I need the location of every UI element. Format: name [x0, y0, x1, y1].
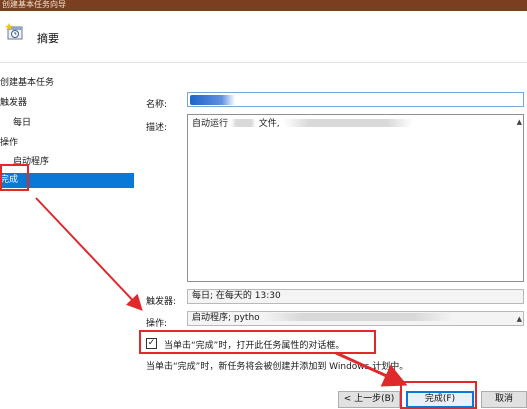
back-button[interactable]: < 上一步(B) [338, 391, 400, 408]
nav-step-finish[interactable]: 完成 [0, 173, 134, 188]
nav-step-daily[interactable]: 每日 [13, 116, 31, 131]
open-properties-label[interactable]: 当单击“完成”时，打开此任务属性的对话框。 [164, 338, 344, 351]
window-title-bar: 创建基本任务向导 [0, 0, 527, 11]
action-field: 启动程序; pytho [187, 311, 524, 326]
description-text-start: 自动运行 [192, 119, 229, 129]
nav-step-trigger[interactable]: 触发器 [0, 96, 27, 111]
description-text-mid: 文件, [258, 119, 280, 129]
description-redaction-2 [282, 119, 413, 127]
description-field[interactable]: 自动运行 文件, [187, 114, 524, 282]
description-redaction-1 [230, 119, 256, 127]
cancel-button[interactable]: 取消 [481, 391, 527, 408]
trigger-field: 每日; 在每天的 13:30 [187, 289, 524, 304]
action-redaction [262, 313, 453, 321]
trigger-label: 触发器: [146, 297, 177, 307]
finish-button[interactable]: 完成(F) [406, 391, 474, 408]
finish-note: 当单击“完成”时，新任务将会被创建并添加到 Windows 计划中。 [146, 362, 409, 372]
nav-step-action[interactable]: 操作 [0, 136, 18, 151]
name-field[interactable] [187, 92, 524, 107]
action-label: 操作: [146, 319, 168, 329]
wizard-header: 摘要 [0, 11, 527, 63]
page-title: 摘要 [37, 32, 59, 45]
nav-step-start-program[interactable]: 启动程序 [13, 155, 49, 170]
name-label: 名称: [146, 100, 168, 110]
action-text: 启动程序; pytho [192, 313, 260, 323]
open-properties-checkbox[interactable]: ✓ [146, 338, 157, 349]
name-redaction [190, 95, 235, 105]
arrow-to-summary-fields [35, 197, 143, 311]
window-title: 创建基本任务向导 [2, 0, 66, 9]
task-clock-icon [5, 23, 24, 41]
action-scroll-up-icon[interactable]: ▲ [517, 315, 522, 323]
description-scroll-up-icon[interactable]: ▲ [517, 118, 522, 126]
nav-step-create-basic-task[interactable]: 创建基本任务 [0, 76, 54, 91]
description-label: 描述: [146, 123, 168, 133]
